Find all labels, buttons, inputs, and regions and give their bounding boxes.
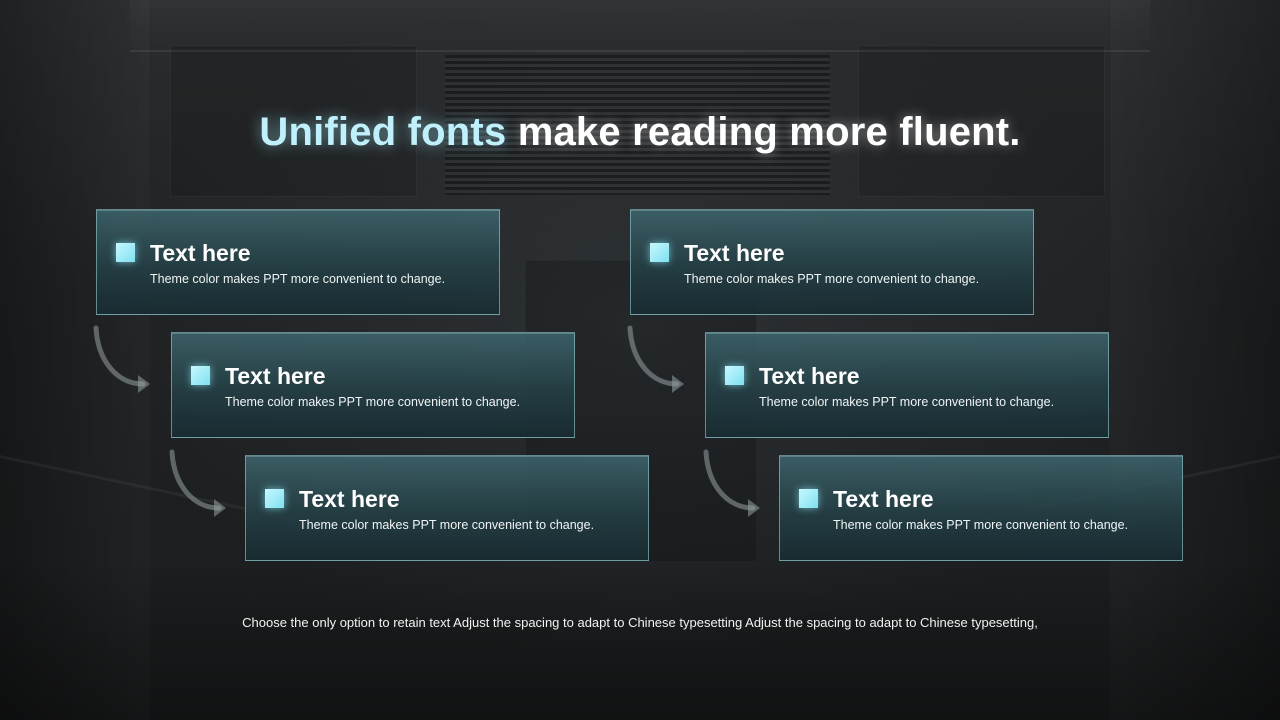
card-heading: Text here	[299, 486, 400, 512]
square-bullet-icon	[191, 366, 210, 385]
curved-arrow-icon	[93, 325, 150, 393]
card-description: Theme color makes PPT more convenient to…	[684, 272, 980, 286]
curved-arrow-icon	[169, 449, 226, 517]
text-card-left-1[interactable]: Text here Theme color makes PPT more con…	[96, 209, 500, 315]
card-description: Theme color makes PPT more convenient to…	[833, 518, 1129, 532]
card-description: Theme color makes PPT more convenient to…	[150, 272, 446, 286]
text-card-right-3[interactable]: Text here Theme color makes PPT more con…	[779, 455, 1183, 561]
square-bullet-icon	[116, 243, 135, 262]
card-heading: Text here	[225, 363, 326, 389]
square-bullet-icon	[725, 366, 744, 385]
background-floor	[0, 560, 1280, 720]
square-bullet-icon	[799, 489, 818, 508]
card-heading: Text here	[684, 240, 785, 266]
text-card-right-1[interactable]: Text here Theme color makes PPT more con…	[630, 209, 1034, 315]
title-accent: Unified fonts	[259, 110, 507, 154]
curved-arrow-icon	[627, 325, 684, 393]
text-card-left-2[interactable]: Text here Theme color makes PPT more con…	[171, 332, 575, 438]
footer-text: Choose the only option to retain text Ad…	[242, 615, 1038, 630]
background-ceiling	[130, 0, 1150, 52]
card-description: Theme color makes PPT more convenient to…	[759, 395, 1055, 409]
card-heading: Text here	[759, 363, 860, 389]
text-card-left-3[interactable]: Text here Theme color makes PPT more con…	[245, 455, 649, 561]
background-wall-right	[1109, 0, 1280, 720]
square-bullet-icon	[650, 243, 669, 262]
curved-arrow-icon	[703, 449, 760, 517]
text-card-right-2[interactable]: Text here Theme color makes PPT more con…	[705, 332, 1109, 438]
card-heading: Text here	[833, 486, 934, 512]
card-description: Theme color makes PPT more convenient to…	[299, 518, 595, 532]
card-heading: Text here	[150, 240, 251, 266]
slide: Unified fonts make reading more fluent. …	[0, 0, 1280, 720]
title-rest: make reading more fluent.	[506, 110, 1021, 154]
square-bullet-icon	[265, 489, 284, 508]
card-description: Theme color makes PPT more convenient to…	[225, 395, 521, 409]
slide-title: Unified fonts make reading more fluent.	[0, 110, 1280, 155]
